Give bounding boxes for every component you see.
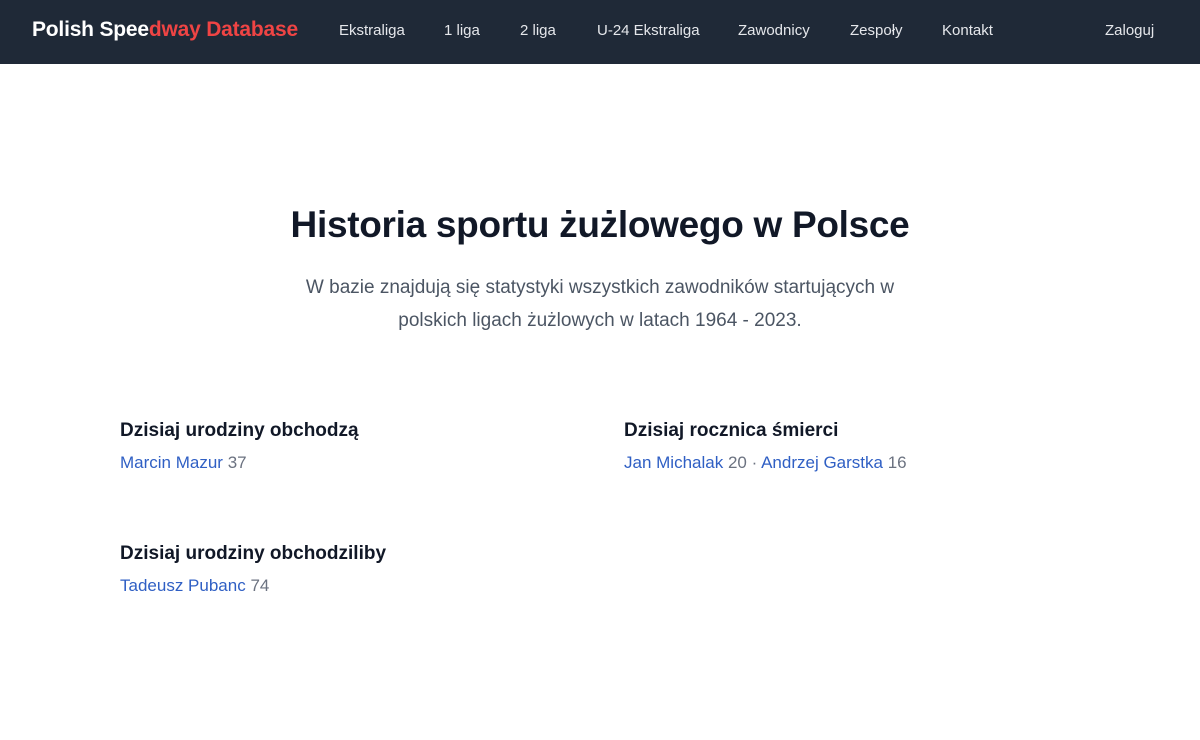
would-be-birthdays-list: Tadeusz Pubanc 74 — [120, 576, 269, 596]
person-age: 37 — [227, 453, 247, 472]
logo-text-white: Polish Spee — [32, 18, 149, 41]
death-anniversary-heading: Dzisiaj rocznica śmierci — [624, 420, 839, 441]
nav-link-u24-ekstraliga[interactable]: U-24 Ekstraliga — [597, 22, 700, 39]
nav-link-zespoly[interactable]: Zespoły — [850, 22, 903, 39]
nav-link-1-liga[interactable]: 1 liga — [444, 22, 480, 39]
person-link[interactable]: Tadeusz Pubanc — [120, 576, 246, 595]
person-years: 16 — [887, 453, 907, 472]
page-subtitle: W bazie znajdują się statystyki wszystki… — [305, 277, 895, 331]
site-logo[interactable]: Polish Speedway Database — [32, 18, 298, 42]
top-navbar: Polish Speedway Database Ekstraliga 1 li… — [0, 0, 1200, 64]
person-link[interactable]: Jan Michalak — [624, 453, 723, 472]
person-link[interactable]: Andrzej Garstka — [761, 453, 883, 472]
birthdays-list: Marcin Mazur 37 — [120, 453, 247, 473]
person-age: 74 — [250, 576, 270, 595]
birthdays-heading: Dzisiaj urodziny obchodzą — [120, 420, 359, 441]
page-title: Historia sportu żużlowego w Polsce — [290, 204, 910, 245]
person-link[interactable]: Marcin Mazur — [120, 453, 223, 472]
person-years: 20 — [727, 453, 747, 472]
nav-link-zawodnicy[interactable]: Zawodnicy — [738, 22, 810, 39]
death-anniversary-list: Jan Michalak 20 · Andrzej Garstka 16 — [624, 453, 907, 473]
login-link[interactable]: Zaloguj — [1105, 22, 1154, 39]
nav-link-2-liga[interactable]: 2 liga — [520, 22, 556, 39]
nav-link-kontakt[interactable]: Kontakt — [942, 22, 993, 39]
separator-dot: · — [751, 453, 758, 472]
would-be-birthdays-heading: Dzisiaj urodziny obchodziliby — [120, 543, 387, 564]
nav-link-ekstraliga[interactable]: Ekstraliga — [339, 22, 405, 39]
logo-text-red: dway Database — [148, 18, 298, 41]
